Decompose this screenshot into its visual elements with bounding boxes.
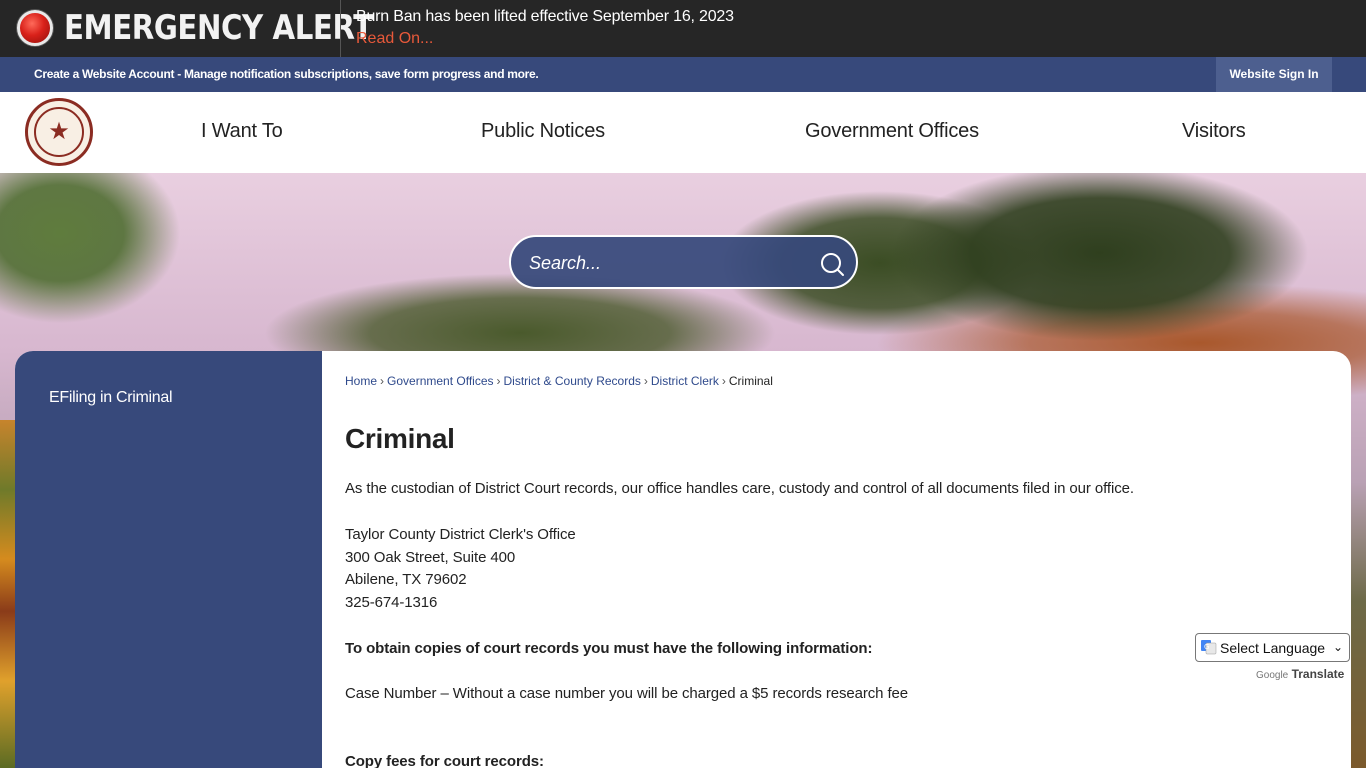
copies-heading: To obtain copies of court records you mu… bbox=[345, 640, 873, 657]
alert-title: EMERGENCY ALERT bbox=[64, 8, 373, 48]
alert-read-on-link[interactable]: Read On... bbox=[356, 30, 433, 48]
site-header: ★ I Want To Public Notices Government Of… bbox=[0, 92, 1366, 173]
address-office: Taylor County District Clerk's Office bbox=[345, 526, 576, 543]
language-select-label: Select Language bbox=[1220, 640, 1326, 656]
powered-by-google-translate[interactable]: Google Translate bbox=[1256, 667, 1344, 681]
google-wordmark: Google bbox=[1256, 670, 1289, 681]
intro-text: As the custodian of District Court recor… bbox=[345, 480, 1134, 497]
alert-beacon-icon bbox=[17, 10, 53, 46]
search-box bbox=[509, 235, 858, 289]
content-panel: EFiling in Criminal Home › Government Offi… bbox=[15, 351, 1351, 768]
breadcrumb-current: Criminal bbox=[728, 374, 773, 388]
address-city: Abilene, TX 79602 bbox=[345, 571, 467, 588]
nav-public-notices[interactable]: Public Notices bbox=[481, 120, 605, 143]
translate-text: Translate bbox=[1291, 667, 1345, 681]
sidebar: EFiling in Criminal bbox=[15, 351, 322, 768]
breadcrumb-home[interactable]: Home bbox=[345, 374, 377, 388]
county-seal-logo[interactable]: ★ bbox=[25, 98, 93, 166]
google-translate-icon: G bbox=[1201, 640, 1217, 655]
page-title: Criminal bbox=[345, 423, 455, 454]
search-input[interactable] bbox=[529, 249, 799, 277]
hero-flowers-strip bbox=[0, 420, 16, 768]
breadcrumb-district-clerk[interactable]: District Clerk bbox=[651, 374, 719, 388]
breadcrumb-government-offices[interactable]: Government Offices bbox=[387, 374, 494, 388]
search-icon[interactable] bbox=[819, 251, 845, 277]
sidebar-item-efiling-criminal[interactable]: EFiling in Criminal bbox=[49, 389, 173, 407]
alert-message: Burn Ban has been lifted effective Septe… bbox=[356, 8, 734, 25]
copy-fees-heading: Copy fees for court records: bbox=[345, 753, 544, 768]
chevron-down-icon: ⌄ bbox=[1333, 640, 1344, 654]
account-bar: Create a Website Account - Manage notifi… bbox=[0, 57, 1366, 92]
breadcrumb: Home › Government Offices › District & Count… bbox=[345, 374, 773, 388]
alert-divider bbox=[340, 0, 341, 57]
svg-text:G: G bbox=[1204, 643, 1209, 651]
address-street: 300 Oak Street, Suite 400 bbox=[345, 549, 516, 566]
create-account-link[interactable]: Create a Website Account - Manage notifi… bbox=[34, 67, 539, 81]
nav-visitors[interactable]: Visitors bbox=[1182, 120, 1246, 143]
nav-government-offices[interactable]: Government Offices bbox=[805, 120, 979, 143]
case-number-text: Case Number – Without a case number you … bbox=[345, 685, 909, 702]
website-sign-in-button[interactable]: Website Sign In bbox=[1216, 57, 1332, 92]
emergency-alert-bar: EMERGENCY ALERT Burn Ban has been lifted… bbox=[0, 0, 1366, 57]
star-icon: ★ bbox=[48, 118, 70, 145]
breadcrumb-district-county-records[interactable]: District & County Records bbox=[504, 374, 641, 388]
nav-i-want-to[interactable]: I Want To bbox=[201, 120, 283, 143]
address-phone: 325-674-1316 bbox=[345, 594, 438, 611]
seal-ring: ★ bbox=[34, 107, 84, 157]
